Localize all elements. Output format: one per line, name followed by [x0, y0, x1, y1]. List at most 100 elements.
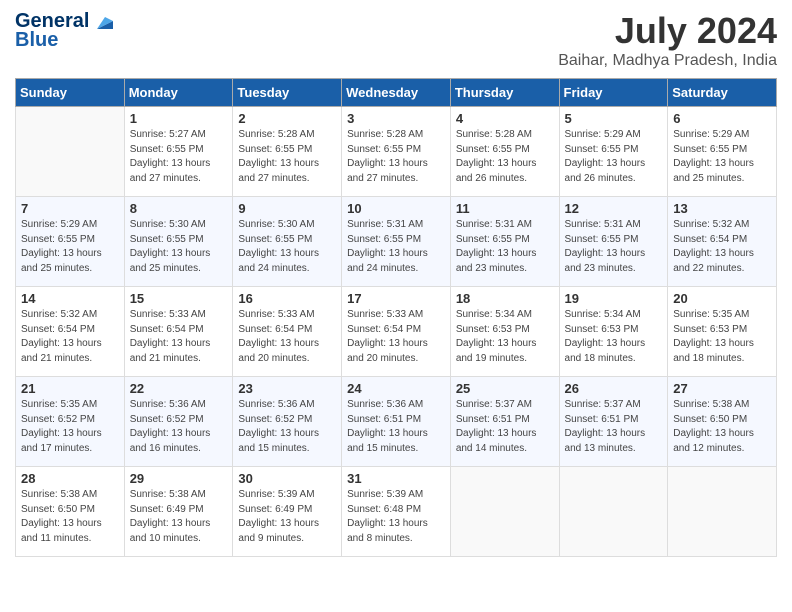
calendar-cell: 25 Sunrise: 5:37 AM Sunset: 6:51 PM Dayl… — [450, 377, 559, 467]
day-info: Sunrise: 5:34 AM Sunset: 6:53 PM Dayligh… — [565, 308, 663, 366]
calendar-cell: 15 Sunrise: 5:33 AM Sunset: 6:54 PM Dayl… — [124, 287, 233, 377]
sunset-text: Sunset: 6:52 PM — [238, 414, 312, 425]
calendar-cell: 8 Sunrise: 5:30 AM Sunset: 6:55 PM Dayli… — [124, 197, 233, 287]
sunrise-text: Sunrise: 5:31 AM — [347, 219, 423, 230]
daylight-text: Daylight: 13 hours and 24 minutes. — [238, 248, 319, 274]
sunset-text: Sunset: 6:55 PM — [673, 144, 747, 155]
day-info: Sunrise: 5:35 AM Sunset: 6:52 PM Dayligh… — [21, 398, 119, 456]
weekday-header-monday: Monday — [124, 79, 233, 107]
calendar-week-5: 28 Sunrise: 5:38 AM Sunset: 6:50 PM Dayl… — [16, 467, 777, 557]
day-info: Sunrise: 5:38 AM Sunset: 6:50 PM Dayligh… — [21, 488, 119, 546]
calendar-week-3: 14 Sunrise: 5:32 AM Sunset: 6:54 PM Dayl… — [16, 287, 777, 377]
day-number: 9 — [238, 201, 336, 216]
sunrise-text: Sunrise: 5:36 AM — [130, 399, 206, 410]
day-number: 22 — [130, 381, 228, 396]
day-info: Sunrise: 5:31 AM Sunset: 6:55 PM Dayligh… — [565, 218, 663, 276]
sunset-text: Sunset: 6:55 PM — [565, 144, 639, 155]
day-number: 3 — [347, 111, 445, 126]
sunset-text: Sunset: 6:55 PM — [456, 144, 530, 155]
day-number: 28 — [21, 471, 119, 486]
day-number: 6 — [673, 111, 771, 126]
sunrise-text: Sunrise: 5:27 AM — [130, 129, 206, 140]
calendar-table: SundayMondayTuesdayWednesdayThursdayFrid… — [15, 78, 777, 557]
daylight-text: Daylight: 13 hours and 12 minutes. — [673, 428, 754, 454]
day-number: 21 — [21, 381, 119, 396]
day-info: Sunrise: 5:38 AM Sunset: 6:50 PM Dayligh… — [673, 398, 771, 456]
sunset-text: Sunset: 6:53 PM — [565, 324, 639, 335]
weekday-header-friday: Friday — [559, 79, 668, 107]
day-info: Sunrise: 5:31 AM Sunset: 6:55 PM Dayligh… — [347, 218, 445, 276]
daylight-text: Daylight: 13 hours and 23 minutes. — [456, 248, 537, 274]
sunset-text: Sunset: 6:55 PM — [238, 234, 312, 245]
daylight-text: Daylight: 13 hours and 25 minutes. — [21, 248, 102, 274]
sunrise-text: Sunrise: 5:33 AM — [347, 309, 423, 320]
day-info: Sunrise: 5:33 AM Sunset: 6:54 PM Dayligh… — [347, 308, 445, 366]
sunrise-text: Sunrise: 5:32 AM — [21, 309, 97, 320]
day-info: Sunrise: 5:30 AM Sunset: 6:55 PM Dayligh… — [238, 218, 336, 276]
daylight-text: Daylight: 13 hours and 25 minutes. — [673, 158, 754, 184]
sunrise-text: Sunrise: 5:35 AM — [673, 309, 749, 320]
daylight-text: Daylight: 13 hours and 8 minutes. — [347, 518, 428, 544]
sunrise-text: Sunrise: 5:29 AM — [21, 219, 97, 230]
day-number: 19 — [565, 291, 663, 306]
day-info: Sunrise: 5:29 AM Sunset: 6:55 PM Dayligh… — [21, 218, 119, 276]
calendar-week-4: 21 Sunrise: 5:35 AM Sunset: 6:52 PM Dayl… — [16, 377, 777, 467]
day-number: 1 — [130, 111, 228, 126]
day-info: Sunrise: 5:28 AM Sunset: 6:55 PM Dayligh… — [456, 128, 554, 186]
sunrise-text: Sunrise: 5:31 AM — [565, 219, 641, 230]
sunrise-text: Sunrise: 5:28 AM — [238, 129, 314, 140]
weekday-header-row: SundayMondayTuesdayWednesdayThursdayFrid… — [16, 79, 777, 107]
daylight-text: Daylight: 13 hours and 9 minutes. — [238, 518, 319, 544]
sunrise-text: Sunrise: 5:35 AM — [21, 399, 97, 410]
logo-icon — [91, 15, 113, 31]
day-info: Sunrise: 5:29 AM Sunset: 6:55 PM Dayligh… — [565, 128, 663, 186]
calendar-cell: 29 Sunrise: 5:38 AM Sunset: 6:49 PM Dayl… — [124, 467, 233, 557]
day-number: 5 — [565, 111, 663, 126]
day-info: Sunrise: 5:32 AM Sunset: 6:54 PM Dayligh… — [21, 308, 119, 366]
sunset-text: Sunset: 6:55 PM — [456, 234, 530, 245]
sunset-text: Sunset: 6:55 PM — [565, 234, 639, 245]
sunset-text: Sunset: 6:54 PM — [347, 324, 421, 335]
sunset-text: Sunset: 6:55 PM — [21, 234, 95, 245]
sunset-text: Sunset: 6:51 PM — [565, 414, 639, 425]
calendar-week-1: 1 Sunrise: 5:27 AM Sunset: 6:55 PM Dayli… — [16, 107, 777, 197]
sunrise-text: Sunrise: 5:37 AM — [456, 399, 532, 410]
day-info: Sunrise: 5:36 AM Sunset: 6:51 PM Dayligh… — [347, 398, 445, 456]
calendar-cell: 11 Sunrise: 5:31 AM Sunset: 6:55 PM Dayl… — [450, 197, 559, 287]
calendar-cell: 14 Sunrise: 5:32 AM Sunset: 6:54 PM Dayl… — [16, 287, 125, 377]
daylight-text: Daylight: 13 hours and 22 minutes. — [673, 248, 754, 274]
daylight-text: Daylight: 13 hours and 15 minutes. — [347, 428, 428, 454]
sunset-text: Sunset: 6:49 PM — [130, 504, 204, 515]
day-number: 17 — [347, 291, 445, 306]
sunset-text: Sunset: 6:54 PM — [673, 234, 747, 245]
calendar-cell: 9 Sunrise: 5:30 AM Sunset: 6:55 PM Dayli… — [233, 197, 342, 287]
day-number: 11 — [456, 201, 554, 216]
logo-blue: Blue — [15, 29, 58, 52]
sunrise-text: Sunrise: 5:29 AM — [673, 129, 749, 140]
daylight-text: Daylight: 13 hours and 14 minutes. — [456, 428, 537, 454]
day-number: 27 — [673, 381, 771, 396]
day-number: 26 — [565, 381, 663, 396]
day-info: Sunrise: 5:32 AM Sunset: 6:54 PM Dayligh… — [673, 218, 771, 276]
day-number: 29 — [130, 471, 228, 486]
day-number: 10 — [347, 201, 445, 216]
day-info: Sunrise: 5:36 AM Sunset: 6:52 PM Dayligh… — [238, 398, 336, 456]
calendar-cell: 27 Sunrise: 5:38 AM Sunset: 6:50 PM Dayl… — [668, 377, 777, 467]
day-number: 14 — [21, 291, 119, 306]
calendar-cell: 12 Sunrise: 5:31 AM Sunset: 6:55 PM Dayl… — [559, 197, 668, 287]
calendar-cell: 6 Sunrise: 5:29 AM Sunset: 6:55 PM Dayli… — [668, 107, 777, 197]
calendar-cell: 2 Sunrise: 5:28 AM Sunset: 6:55 PM Dayli… — [233, 107, 342, 197]
day-info: Sunrise: 5:29 AM Sunset: 6:55 PM Dayligh… — [673, 128, 771, 186]
calendar-cell: 22 Sunrise: 5:36 AM Sunset: 6:52 PM Dayl… — [124, 377, 233, 467]
weekday-header-wednesday: Wednesday — [342, 79, 451, 107]
calendar-cell — [16, 107, 125, 197]
day-info: Sunrise: 5:33 AM Sunset: 6:54 PM Dayligh… — [130, 308, 228, 366]
sunrise-text: Sunrise: 5:30 AM — [238, 219, 314, 230]
sunset-text: Sunset: 6:51 PM — [347, 414, 421, 425]
day-info: Sunrise: 5:27 AM Sunset: 6:55 PM Dayligh… — [130, 128, 228, 186]
day-info: Sunrise: 5:28 AM Sunset: 6:55 PM Dayligh… — [347, 128, 445, 186]
sunrise-text: Sunrise: 5:39 AM — [347, 489, 423, 500]
calendar-cell — [450, 467, 559, 557]
daylight-text: Daylight: 13 hours and 27 minutes. — [347, 158, 428, 184]
sunset-text: Sunset: 6:54 PM — [130, 324, 204, 335]
